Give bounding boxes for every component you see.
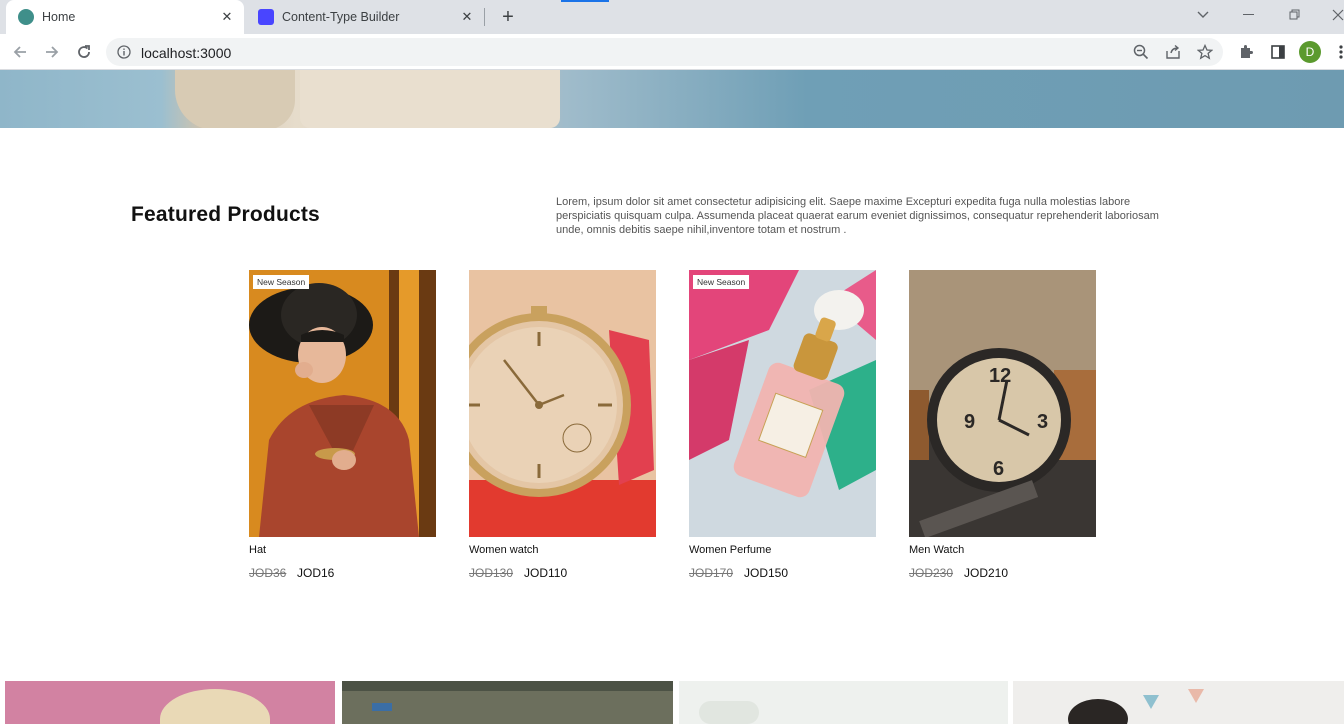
category-tile[interactable]: [679, 681, 1008, 724]
svg-text:12: 12: [989, 365, 1011, 387]
minimize-icon[interactable]: [1237, 5, 1261, 25]
product-name[interactable]: Women watch: [469, 544, 539, 556]
tab-home[interactable]: Home ✕: [6, 0, 244, 34]
bookmark-star-icon[interactable]: [1196, 43, 1214, 61]
product-price: JOD150: [744, 566, 789, 580]
zoom-icon[interactable]: [1132, 43, 1150, 61]
site-info-icon[interactable]: [115, 43, 133, 61]
new-season-badge: New Season: [693, 275, 750, 289]
svg-text:6: 6: [993, 458, 1004, 480]
tab-content-type-builder[interactable]: Content-Type Builder ✕: [246, 0, 484, 34]
section-description: Lorem, ipsum dolor sit amet consectetur …: [556, 196, 1159, 236]
svg-text:9: 9: [964, 411, 975, 433]
loading-indicator: [561, 0, 609, 2]
tab-strip: Home ✕ Content-Type Builder ✕ +: [0, 0, 1344, 34]
reload-icon[interactable]: [72, 40, 96, 64]
new-tab-icon[interactable]: +: [497, 6, 519, 28]
hero-banner-image: [0, 70, 1344, 128]
url-text: localhost:3000: [141, 45, 232, 61]
site-favicon-icon: [18, 9, 34, 25]
strapi-favicon-icon: [258, 9, 274, 25]
close-tab-icon[interactable]: ✕: [218, 8, 236, 26]
forward-arrow-icon[interactable]: [40, 40, 64, 64]
product-name[interactable]: Women Perfume: [689, 544, 771, 556]
category-tile[interactable]: [1013, 681, 1344, 724]
product-price: JOD210: [964, 566, 1009, 580]
close-tab-icon[interactable]: ✕: [458, 8, 476, 26]
svg-text:3: 3: [1037, 411, 1048, 433]
product-image[interactable]: New Season: [689, 270, 876, 537]
product-price: JOD110: [524, 566, 568, 580]
product-old-price: JOD230: [909, 566, 954, 580]
product-name[interactable]: Men Watch: [909, 544, 964, 556]
product-old-price: JOD36: [249, 566, 287, 580]
product-image[interactable]: New Season: [249, 270, 436, 537]
address-bar[interactable]: localhost:3000: [106, 38, 1223, 66]
profile-avatar[interactable]: D: [1299, 41, 1321, 63]
product-image[interactable]: [469, 270, 656, 537]
menu-kebab-icon[interactable]: [1331, 42, 1344, 62]
product-card-men-watch[interactable]: 12 9 3 6 Men Watch JOD230 JOD210: [909, 270, 1096, 580]
product-card-women-perfume[interactable]: New Season Women Perfume JOD170 JOD150: [689, 270, 876, 580]
product-card-women-watch[interactable]: Women watch JOD130 JOD110: [469, 270, 656, 580]
restore-icon[interactable]: [1283, 5, 1307, 25]
product-old-price: JOD130: [469, 566, 514, 580]
product-old-price: JOD170: [689, 566, 734, 580]
side-panel-icon[interactable]: [1268, 42, 1288, 62]
share-icon[interactable]: [1164, 43, 1182, 61]
hero-coat-shape: [300, 70, 560, 128]
new-season-badge: New Season: [253, 275, 310, 289]
hero-bag-shape: [175, 70, 295, 128]
tab-title: Home: [42, 10, 76, 24]
tab-search-icon[interactable]: [1191, 5, 1215, 25]
product-card-hat[interactable]: New Season Hat JOD36 JOD16: [249, 270, 436, 580]
section-title: Featured Products: [131, 203, 320, 226]
back-arrow-icon[interactable]: [8, 40, 32, 64]
tab-title: Content-Type Builder: [282, 10, 400, 24]
tab-divider: [484, 8, 485, 26]
browser-toolbar: localhost:3000 D: [0, 34, 1344, 70]
category-tile[interactable]: [5, 681, 335, 724]
product-name[interactable]: Hat: [249, 544, 266, 556]
product-image[interactable]: 12 9 3 6: [909, 270, 1096, 537]
category-tile[interactable]: [342, 681, 673, 724]
extensions-puzzle-icon[interactable]: [1236, 42, 1256, 62]
product-price: JOD16: [297, 566, 335, 580]
close-window-icon[interactable]: [1326, 5, 1344, 25]
